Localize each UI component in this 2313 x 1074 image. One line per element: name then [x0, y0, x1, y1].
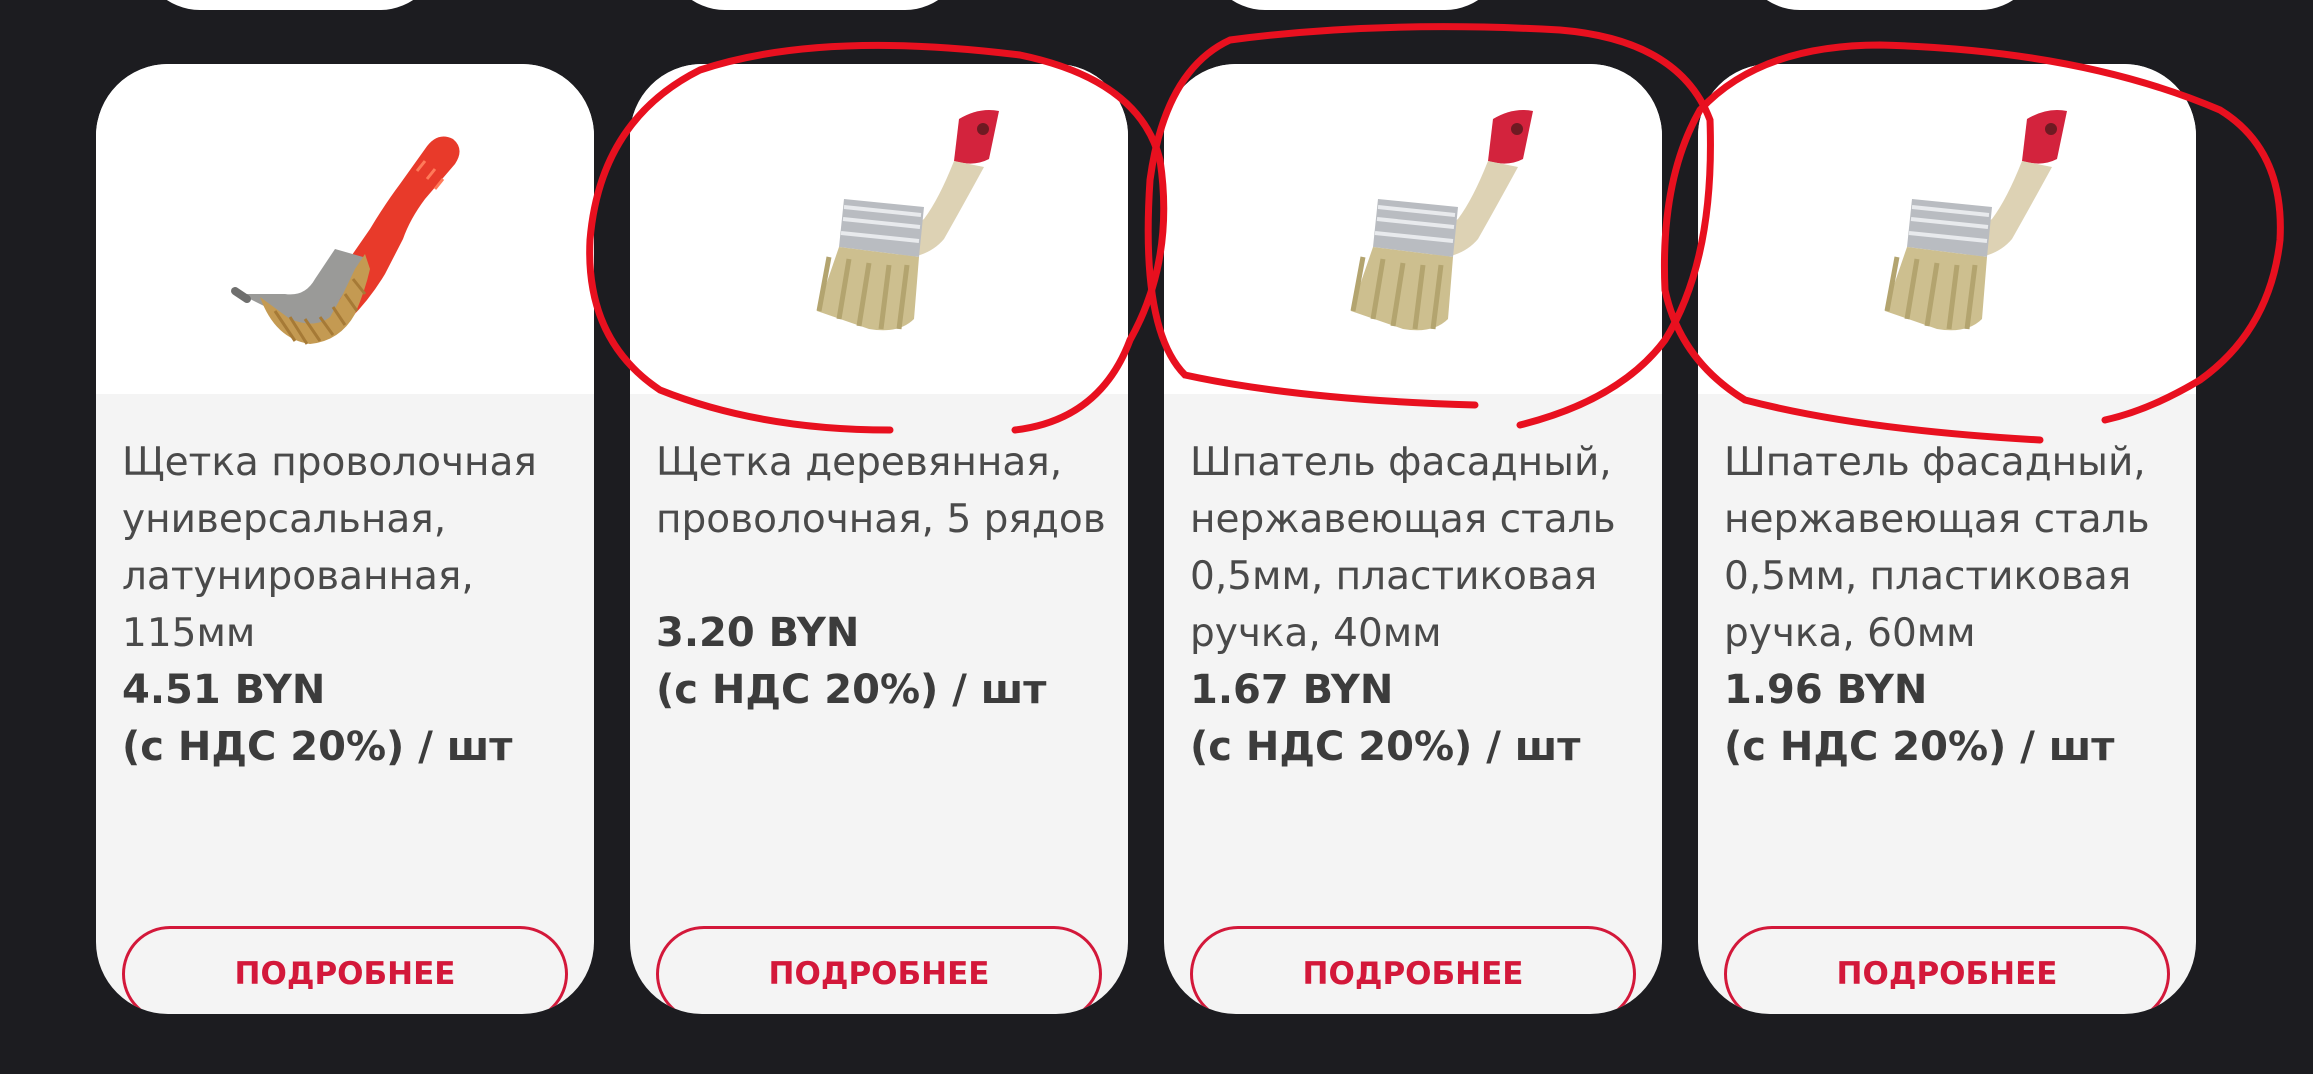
previous-row-card	[665, 0, 965, 10]
previous-row-card	[140, 0, 440, 10]
price-tax-unit: (с НДС 20%) / шт	[656, 667, 1047, 713]
product-title[interactable]: Шпатель фасадный, нержавеющая сталь 0,5м…	[1724, 434, 2174, 662]
product-card[interactable]: Шпатель фасадный, нержавеющая сталь 0,5м…	[1698, 64, 2196, 1014]
paint-brush-icon	[1884, 110, 2067, 331]
price-value: 3.20 BYN	[656, 610, 860, 656]
price-tax-unit: (с НДС 20%) / шт	[1190, 724, 1581, 770]
price-value: 1.96 BYN	[1724, 667, 1928, 713]
details-button[interactable]: ПОДРОБНЕЕ	[122, 926, 568, 1014]
previous-row-card	[1740, 0, 2040, 10]
product-price: 4.51 BYN (с НДС 20%) / шт	[122, 662, 582, 776]
details-button[interactable]: ПОДРОБНЕЕ	[1190, 926, 1636, 1014]
product-image[interactable]	[96, 64, 594, 394]
details-button[interactable]: ПОДРОБНЕЕ	[656, 926, 1102, 1014]
wire-brush-icon	[231, 136, 460, 345]
paint-brush-icon	[1350, 110, 1533, 331]
price-value: 4.51 BYN	[122, 667, 326, 713]
price-value: 1.67 BYN	[1190, 667, 1394, 713]
product-image[interactable]	[630, 64, 1128, 394]
product-title[interactable]: Щетка деревянная, проволочная, 5 рядов	[656, 434, 1106, 548]
paint-brush-icon	[816, 110, 999, 331]
details-button[interactable]: ПОДРОБНЕЕ	[1724, 926, 2170, 1014]
product-price: 1.96 BYN (с НДС 20%) / шт	[1724, 662, 2184, 776]
product-price: 3.20 BYN (с НДС 20%) / шт	[656, 605, 1116, 719]
product-image[interactable]	[1164, 64, 1662, 394]
previous-row-card	[1205, 0, 1505, 10]
product-image[interactable]	[1698, 64, 2196, 394]
product-card[interactable]: Щетка проволочная универсальная, латунир…	[96, 64, 594, 1014]
price-tax-unit: (с НДС 20%) / шт	[122, 724, 513, 770]
price-tax-unit: (с НДС 20%) / шт	[1724, 724, 2115, 770]
product-card[interactable]: Щетка деревянная, проволочная, 5 рядов 3…	[630, 64, 1128, 1014]
product-price: 1.67 BYN (с НДС 20%) / шт	[1190, 662, 1650, 776]
product-card[interactable]: Шпатель фасадный, нержавеющая сталь 0,5м…	[1164, 64, 1662, 1014]
product-title[interactable]: Щетка проволочная универсальная, латунир…	[122, 434, 572, 662]
product-title[interactable]: Шпатель фасадный, нержавеющая сталь 0,5м…	[1190, 434, 1640, 662]
